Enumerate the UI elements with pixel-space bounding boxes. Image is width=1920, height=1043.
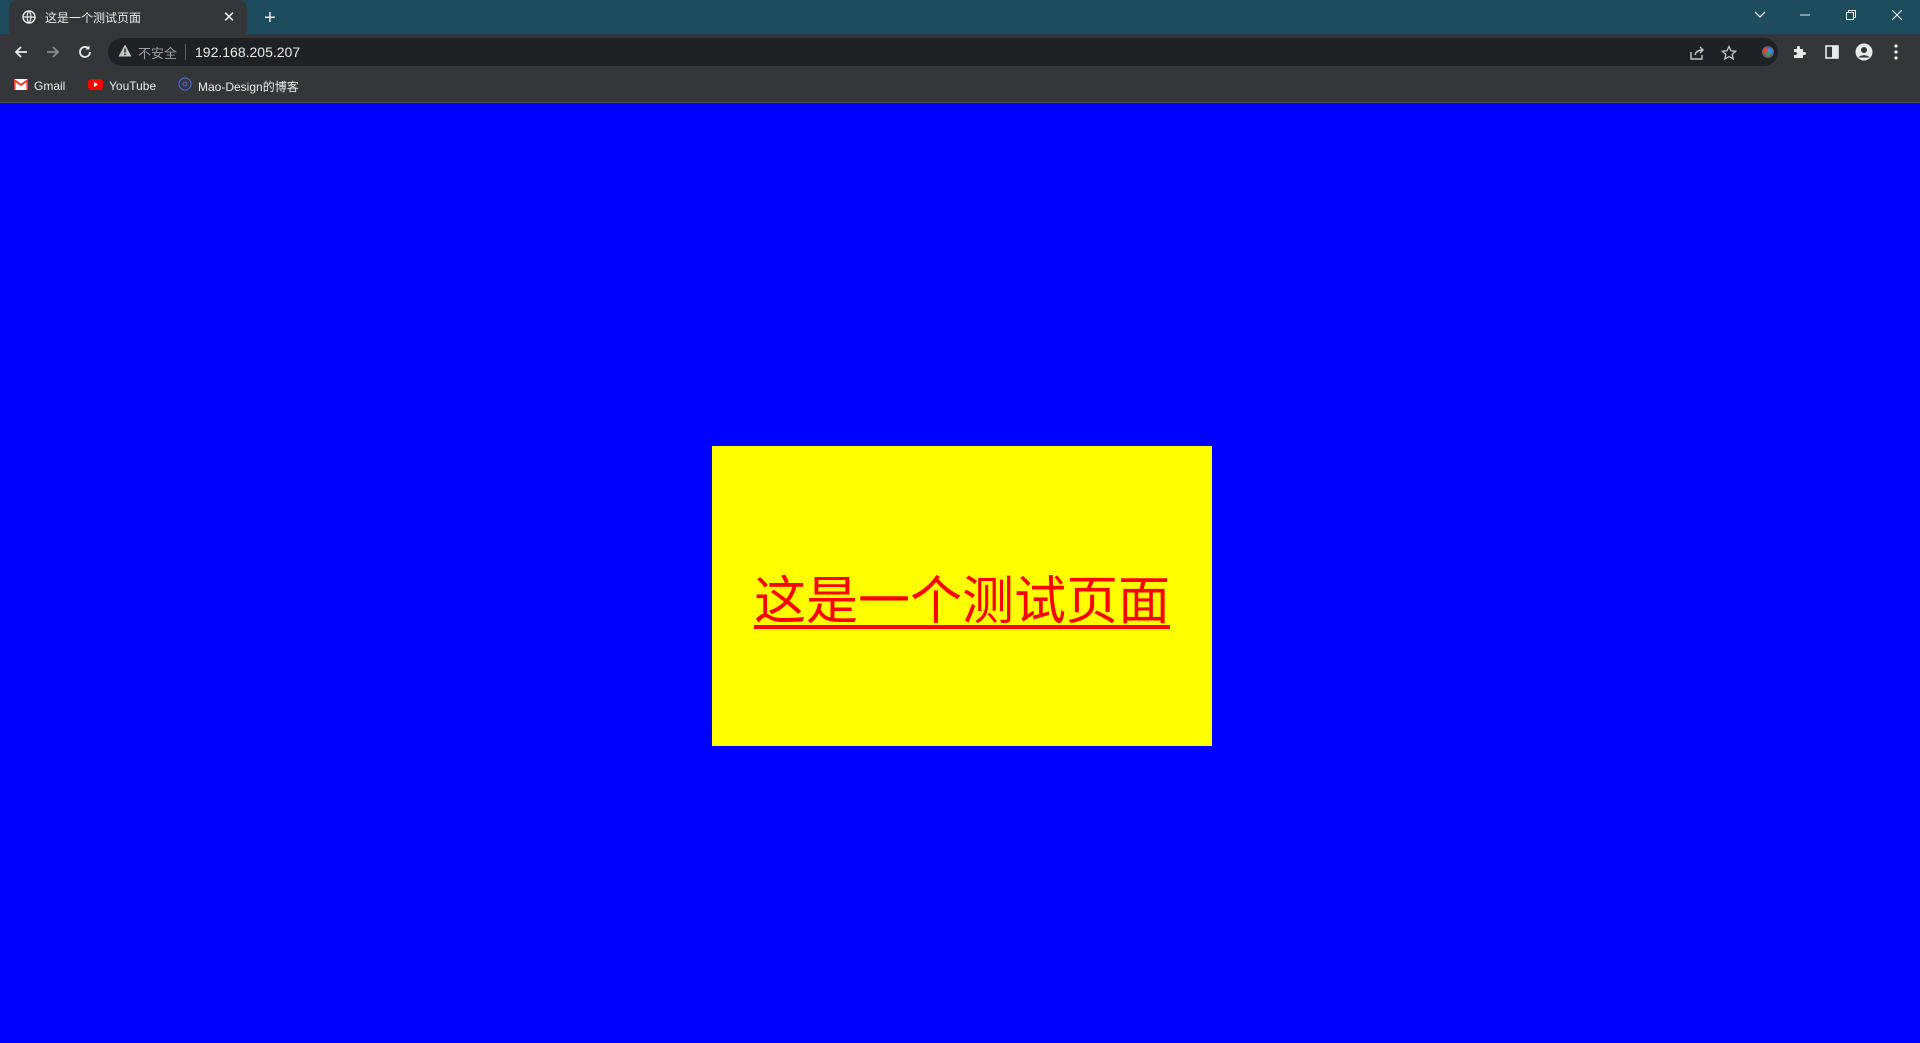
warning-icon [118,44,132,60]
minimize-icon[interactable] [1782,0,1828,30]
youtube-icon [88,77,103,95]
globe-icon [21,9,37,25]
close-icon[interactable]: ✕ [221,9,237,26]
restore-icon[interactable] [1828,0,1874,30]
security-indicator[interactable]: 不安全 [118,43,177,62]
tab-title: 这是一个测试页面 [45,10,142,25]
star-icon[interactable] [1720,44,1738,62]
gmail-icon [13,77,29,95]
extension-colorful-icon[interactable] [1758,42,1778,62]
back-arrow-icon[interactable] [7,38,35,66]
bookmarks-bar: Gmail YouTube Mao-Design的博客 [0,70,1920,103]
test-page-link[interactable]: 这是一个测试页面 [754,559,1170,634]
tab-strip: 这是一个测试页面 ✕ + [0,0,1920,34]
reload-icon[interactable] [71,38,99,66]
security-label: 不安全 [138,45,178,61]
plus-icon[interactable]: + [258,6,282,30]
bookmark-youtube[interactable]: YouTube [88,76,156,96]
bookmark-gmail[interactable]: Gmail [13,76,66,96]
browser-toolbar: 不安全 192.168.205.207 [0,34,1920,70]
menu-dots-icon[interactable] [1886,42,1906,62]
omnibox-divider [185,44,187,60]
close-window-icon[interactable] [1874,0,1920,30]
share-icon[interactable] [1688,44,1706,62]
bookmark-label: Gmail [34,79,66,93]
bookmark-blog[interactable]: Mao-Design的博客 [178,76,299,96]
blog-icon [178,76,192,96]
url-text[interactable]: 192.168.205.207 [195,44,300,60]
side-panel-icon[interactable] [1822,42,1842,62]
page-content: 这是一个测试页面 [0,103,1920,1043]
bookmark-label: YouTube [109,79,157,93]
profile-icon[interactable] [1854,42,1874,62]
browser-tab[interactable]: 这是一个测试页面 ✕ [9,0,247,34]
forward-arrow-icon[interactable] [39,38,67,66]
bookmark-label: Mao-Design的博客 [198,79,299,94]
address-bar[interactable]: 不安全 192.168.205.207 [108,38,1778,66]
puzzle-icon[interactable] [1790,42,1810,62]
yellow-box: 这是一个测试页面 [712,446,1212,746]
tab-search-icon[interactable] [1746,0,1774,30]
